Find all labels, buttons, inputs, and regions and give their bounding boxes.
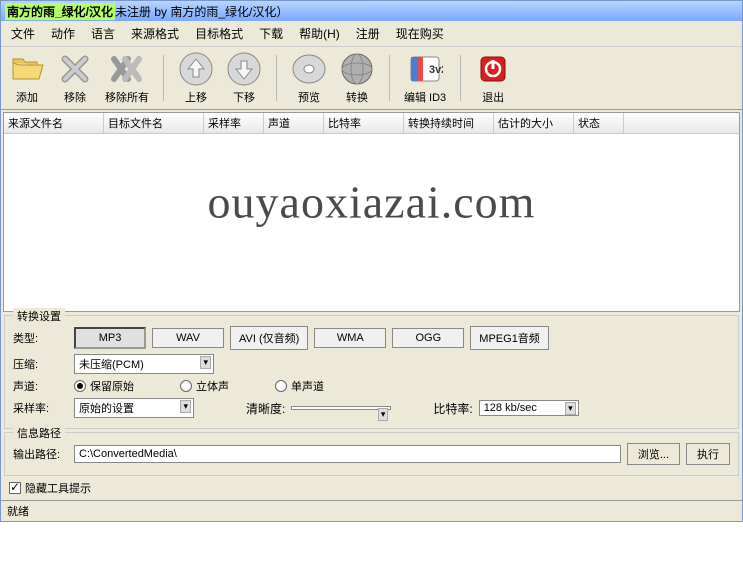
statusbar: 就绪 <box>1 500 742 521</box>
menu-file[interactable]: 文件 <box>5 23 41 44</box>
output-path-input[interactable]: C:\ConvertedMedia\ <box>74 445 621 463</box>
svg-text:3v2: 3v2 <box>429 64 443 76</box>
col-size[interactable]: 估计的大小 <box>494 113 574 133</box>
titlebar: 南方的雨_绿化/汉化 未注册 by 南方的雨_绿化/汉化） <box>1 1 742 21</box>
type-avi-button[interactable]: AVI (仅音频) <box>230 326 308 350</box>
up-label: 上移 <box>185 89 207 105</box>
edit-id3-button[interactable]: 3v2 编辑 ID3 <box>404 51 446 105</box>
title-rest: 未注册 by 南方的雨_绿化/汉化） <box>115 3 288 20</box>
compress-label: 压缩: <box>13 356 68 372</box>
file-list[interactable]: 来源文件名 目标文件名 采样率 声道 比特率 转换持续时间 估计的大小 状态 o… <box>3 112 740 312</box>
arrow-down-icon <box>226 51 262 87</box>
globe-icon <box>339 51 375 87</box>
type-ogg-button[interactable]: OGG <box>392 328 464 348</box>
group-path-title: 信息路径 <box>13 425 65 441</box>
type-mp3-button[interactable]: MP3 <box>74 327 146 349</box>
exit-label: 退出 <box>482 89 504 105</box>
menu-reg[interactable]: 注册 <box>350 23 386 44</box>
hide-tips-checkbox[interactable]: 隐藏工具提示 <box>9 480 734 496</box>
channel-orig-radio[interactable]: 保留原始 <box>74 378 134 394</box>
channel-stereo-radio[interactable]: 立体声 <box>180 378 229 394</box>
checkbox-icon <box>9 482 21 494</box>
move-down-button[interactable]: 下移 <box>226 51 262 105</box>
add-button[interactable]: 添加 <box>9 51 45 105</box>
title-highlight: 南方的雨_绿化/汉化 <box>5 3 115 20</box>
bitrate-label: 比特率: <box>433 400 472 417</box>
col-sample[interactable]: 采样率 <box>204 113 264 133</box>
menu-download[interactable]: 下载 <box>253 23 289 44</box>
preview-label: 预览 <box>298 89 320 105</box>
type-wma-button[interactable]: WMA <box>314 328 386 348</box>
type-mpeg1-button[interactable]: MPEG1音频 <box>470 326 549 350</box>
folder-open-icon <box>9 51 45 87</box>
group-convert-title: 转换设置 <box>13 308 65 324</box>
col-src[interactable]: 来源文件名 <box>4 113 104 133</box>
samplerate-label: 采样率: <box>13 400 68 416</box>
toolbar: 添加 移除 移除所有 上移 下移 <box>1 47 742 110</box>
col-channel[interactable]: 声道 <box>264 113 324 133</box>
menu-help[interactable]: 帮助(H) <box>293 23 346 44</box>
power-icon <box>475 51 511 87</box>
col-tgt[interactable]: 目标文件名 <box>104 113 204 133</box>
compress-dropdown[interactable]: 未压缩(PCM) <box>74 354 214 374</box>
convert-button[interactable]: 转换 <box>339 51 375 105</box>
disc-icon <box>291 51 327 87</box>
channel-mono-text: 单声道 <box>291 378 324 394</box>
menu-lang[interactable]: 语言 <box>85 23 121 44</box>
menu-buy[interactable]: 现在购买 <box>390 23 450 44</box>
menu-action[interactable]: 动作 <box>45 23 81 44</box>
id3-label: 编辑 ID3 <box>404 89 446 105</box>
output-label: 输出路径: <box>13 446 68 462</box>
samplerate-dropdown[interactable]: 原始的设置 <box>74 398 194 418</box>
col-duration[interactable]: 转换持续时间 <box>404 113 494 133</box>
clarity-dropdown[interactable] <box>291 406 391 410</box>
col-bitrate[interactable]: 比特率 <box>324 113 404 133</box>
x-icon <box>57 51 93 87</box>
down-label: 下移 <box>233 89 255 105</box>
menu-src-fmt[interactable]: 来源格式 <box>125 23 185 44</box>
clarity-label: 清晰度: <box>246 400 285 417</box>
remove-label: 移除 <box>64 89 86 105</box>
group-path: 信息路径 输出路径: C:\ConvertedMedia\ 浏览... 执行 <box>4 432 739 476</box>
hide-tips-label: 隐藏工具提示 <box>25 480 91 496</box>
type-wav-button[interactable]: WAV <box>152 328 224 348</box>
add-label: 添加 <box>16 89 38 105</box>
watermark-text: ouyaoxiazai.com <box>208 176 536 229</box>
channel-orig-text: 保留原始 <box>90 378 134 394</box>
col-status[interactable]: 状态 <box>574 113 624 133</box>
double-x-icon <box>109 51 145 87</box>
remove-all-label: 移除所有 <box>105 89 149 105</box>
exit-button[interactable]: 退出 <box>475 51 511 105</box>
menubar: 文件 动作 语言 来源格式 目标格式 下载 帮助(H) 注册 现在购买 <box>1 21 742 47</box>
status-text: 就绪 <box>7 506 29 518</box>
remove-all-button[interactable]: 移除所有 <box>105 51 149 105</box>
preview-button[interactable]: 预览 <box>291 51 327 105</box>
list-header: 来源文件名 目标文件名 采样率 声道 比特率 转换持续时间 估计的大小 状态 <box>4 113 739 134</box>
group-convert-settings: 转换设置 类型: MP3 WAV AVI (仅音频) WMA OGG MPEG1… <box>4 315 739 429</box>
convert-label: 转换 <box>346 89 368 105</box>
type-label: 类型: <box>13 330 68 346</box>
channel-mono-radio[interactable]: 单声道 <box>275 378 324 394</box>
radio-dot-icon <box>180 380 192 392</box>
browse-button[interactable]: 浏览... <box>627 443 680 465</box>
execute-button[interactable]: 执行 <box>686 443 730 465</box>
channel-label: 声道: <box>13 378 68 394</box>
remove-button[interactable]: 移除 <box>57 51 93 105</box>
radio-dot-icon <box>275 380 287 392</box>
id3-icon: 3v2 <box>407 51 443 87</box>
channel-stereo-text: 立体声 <box>196 378 229 394</box>
menu-tgt-fmt[interactable]: 目标格式 <box>189 23 249 44</box>
bitrate-dropdown[interactable]: 128 kb/sec <box>479 400 579 416</box>
arrow-up-icon <box>178 51 214 87</box>
radio-dot-icon <box>74 380 86 392</box>
move-up-button[interactable]: 上移 <box>178 51 214 105</box>
